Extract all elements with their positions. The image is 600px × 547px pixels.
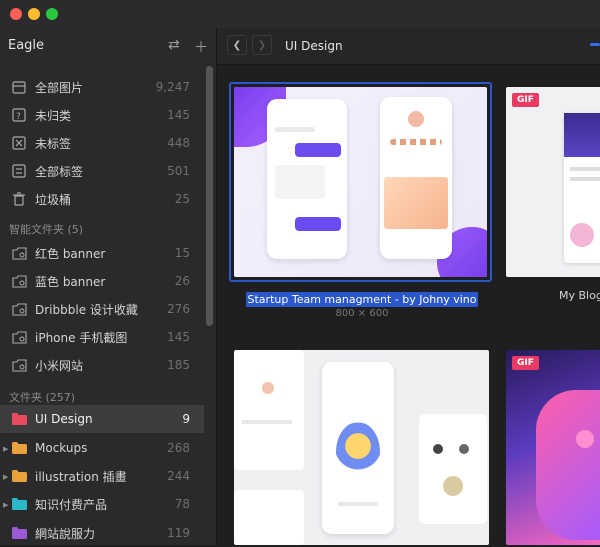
sidebar-item-smart-folder[interactable]: iPhone 手机截图 145 [0,323,204,351]
sidebar-item-all-tags[interactable]: 全部标签 501 [0,157,204,185]
grid-item-title: My Blog [559,289,600,302]
trash-icon [11,192,27,206]
sidebar-item-illustration[interactable]: illustration 插畫 244 [0,462,204,490]
sidebar-item-count: 15 [174,246,190,260]
sidebar-item-label: Mockups [35,441,88,455]
toolbar: ❮ ❯ UI Design [217,28,600,65]
smart-folder-icon [11,274,27,288]
add-icon[interactable]: ＋ [194,37,208,57]
sidebar-item-label: 全部图片 [35,80,84,95]
sidebar-item-count: 25 [174,192,190,206]
untagged-icon [11,136,27,150]
sidebar-item-all-images[interactable]: 全部图片 9,247 [0,73,204,101]
folder-icon [11,412,27,426]
phone-mockup [267,99,347,259]
grid-item-title[interactable]: Startup Team managment - by Johny vino [245,292,479,307]
gif-badge: GIF [512,356,539,370]
sidebar: Eagle ⇄ ＋ 全部图片 9,247 ? 未归类 145 未标签 448 全… [0,28,217,545]
smart-folder-icon [11,246,27,260]
chevron-left-icon: ❮ [232,39,242,51]
profile-card [234,490,304,545]
minimize-window-button[interactable] [28,8,40,20]
sidebar-item-label: 網站說服力 [35,526,96,541]
sidebar-item-label: Dribbble 设计收藏 [35,302,138,317]
decor-shape [536,390,600,540]
sidebar-item-smart-folder[interactable]: 小米网站 185 [0,351,204,379]
smart-folder-icon [11,302,27,316]
sidebar-item-label: 未标签 [35,136,72,151]
sidebar-item-smart-folder[interactable]: Dribbble 设计收藏 276 [0,295,204,323]
sidebar-item-count: 185 [167,358,190,372]
grid-item-thumbnail[interactable]: GIF [506,350,600,545]
decor-shape [576,430,594,448]
title-bar [0,0,600,28]
phone-mockup [322,362,394,534]
all-images-icon [11,80,27,94]
sidebar-item-count: 448 [167,136,190,150]
sidebar-item-mockups[interactable]: Mockups 268 [0,434,204,462]
sidebar-item-smart-folder[interactable]: 蓝色 banner 26 [0,267,204,295]
forward-button[interactable]: ❯ [252,35,272,55]
smart-folder-icon [11,358,27,372]
folder-icon [11,469,27,483]
blog-mockup [564,113,600,263]
sidebar-item-label: 蓝色 banner [35,274,106,289]
sidebar-item-untagged[interactable]: 未标签 448 [0,129,204,157]
sidebar-item-label: 红色 banner [35,246,106,261]
svg-text:?: ? [16,112,21,122]
grid-item-dimensions: 800 × 600 [335,308,389,319]
sidebar-item-label: 小米网站 [35,358,84,373]
folder-icon [11,441,27,455]
all-tags-icon [11,164,27,178]
accent-indicator [590,43,600,46]
breadcrumb: UI Design [285,39,343,53]
folders-header: 文件夹 (257) [9,391,76,404]
sidebar-item-count: 145 [167,108,190,122]
folder-icon [11,526,27,540]
smart-folder-icon [11,330,27,344]
sidebar-item-count: 501 [167,164,190,178]
sidebar-item-label: illustration 插畫 [35,469,127,484]
smart-folders-header: 智能文件夹 (5) [9,223,84,236]
sidebar-item-label: UI Design [35,412,93,426]
sidebar-item-count: 244 [167,469,190,483]
sidebar-item-unfiled[interactable]: ? 未归类 145 [0,101,204,129]
sidebar-item-label: 知识付费产品 [35,497,108,512]
profile-card [234,350,304,470]
swap-icon[interactable]: ⇄ [168,37,180,53]
grid-item-caption: Startup Team managment - by Johny vino [227,288,497,307]
chevron-right-icon: ❯ [257,39,267,51]
sidebar-item-trash[interactable]: 垃圾桶 25 [0,185,204,213]
phone-mockup [380,97,452,259]
sidebar-item-count: 9,247 [155,80,190,94]
sidebar-item-label: 全部标签 [35,164,84,179]
sidebar-item-count: 119 [167,526,190,540]
sidebar-item-label: 垃圾桶 [35,192,72,207]
avatar-grid-card [419,414,487,524]
sidebar-scrollbar[interactable] [206,66,213,326]
app-name: Eagle [8,38,45,53]
back-button[interactable]: ❮ [227,35,247,55]
sidebar-item-count: 9 [182,412,190,426]
image-grid: Startup Team managment - by Johny vino 8… [217,65,600,545]
grid-item-thumbnail[interactable] [234,350,489,545]
grid-item-thumbnail[interactable]: GIF [506,87,600,277]
grid-item-thumbnail[interactable] [234,87,487,277]
sidebar-item-count: 145 [167,330,190,344]
sidebar-item-label: 未归类 [35,108,72,123]
gif-badge: GIF [512,93,539,107]
sidebar-item-label: iPhone 手机截图 [35,330,128,345]
folder-icon [11,497,27,511]
sidebar-item-count: 268 [167,441,190,455]
sidebar-item-knowledge-products[interactable]: 知识付费产品 78 [0,490,204,518]
sidebar-item-count: 276 [167,302,190,316]
maximize-window-button[interactable] [46,8,58,20]
sidebar-item-count: 26 [174,274,190,288]
close-window-button[interactable] [10,8,22,20]
sidebar-item-smart-folder[interactable]: 红色 banner 15 [0,239,204,267]
unfiled-icon: ? [11,108,27,122]
sidebar-item-website-persuasion[interactable]: 網站說服力 119 [0,519,204,547]
sidebar-item-ui-design[interactable]: UI Design 9 [0,405,204,433]
sidebar-item-count: 78 [174,497,190,511]
